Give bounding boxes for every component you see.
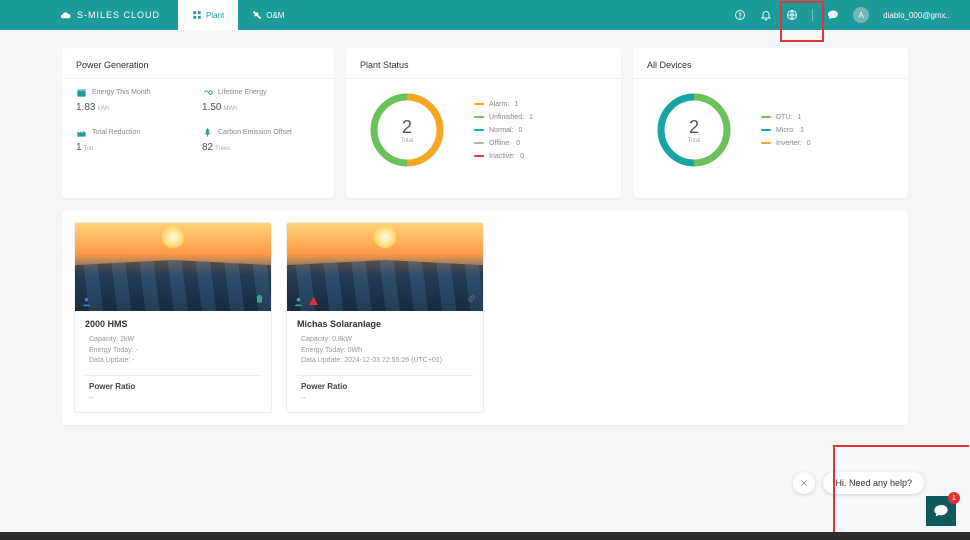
- card-title: All Devices: [633, 48, 908, 79]
- chat-header-icon[interactable]: [827, 9, 839, 21]
- header-right: A diablo_000@gmx..: [734, 7, 970, 23]
- donut-chart: [366, 89, 448, 171]
- plant-image: [75, 223, 271, 311]
- power-ratio-value: --: [89, 395, 261, 402]
- header: S-MILES CLOUD Plant O&M A diablo_000@gmx…: [0, 0, 970, 30]
- bell-icon[interactable]: [760, 9, 772, 21]
- user-icon: [293, 296, 304, 307]
- globe-icon[interactable]: [786, 9, 798, 21]
- chat-tooltip: Hi. Need any help?: [793, 472, 924, 494]
- legend-offline: Offline: 0: [474, 140, 533, 147]
- cloud-icon: [60, 10, 71, 21]
- plant-energy: Energy Today: -: [89, 346, 261, 357]
- plant-capacity: Capacity: 0.8kW: [301, 335, 473, 346]
- plants-panel: 2000 HMS Capacity: 2kW Energy Today: - D…: [62, 210, 908, 425]
- divider: [812, 9, 813, 21]
- tab-label: O&M: [266, 11, 284, 20]
- infinity-icon: [202, 87, 213, 98]
- plant-image: [287, 223, 483, 311]
- power-ratio-value: --: [301, 395, 473, 402]
- plant-status-legend: Alarm: 1 Unfinished: 1 Normal: 0 Offline…: [474, 101, 533, 160]
- plant-icon: [192, 10, 202, 20]
- plant-update: Data Update: -: [89, 356, 261, 367]
- pg-energy-month: Energy This Month 1.83kWh: [76, 87, 194, 113]
- calendar-icon: [76, 87, 87, 98]
- warning-icon: [308, 296, 319, 307]
- donut-chart: [653, 89, 735, 171]
- plant-card[interactable]: 2000 HMS Capacity: 2kW Energy Today: - D…: [74, 222, 272, 413]
- footer: [0, 532, 970, 540]
- help-icon[interactable]: [734, 9, 746, 21]
- card-title: Power Generation: [62, 48, 334, 79]
- pg-offset: Carbon Emission Offset 82Trees: [202, 127, 320, 153]
- legend-normal: Normal: 0: [474, 127, 533, 134]
- all-devices-legend: DTU: 1 Micro: 1 Inverter: 0: [761, 114, 811, 147]
- pg-lifetime: Lifetime Energy 1.50MWh: [202, 87, 320, 113]
- power-generation-card: Power Generation Energy This Month 1.83k…: [62, 48, 334, 198]
- chat-button[interactable]: 1: [926, 496, 956, 526]
- tab-oam[interactable]: O&M: [238, 0, 298, 30]
- tab-plant[interactable]: Plant: [178, 0, 238, 30]
- plant-status-donut: 2 Total: [366, 89, 448, 171]
- card-title: Plant Status: [346, 48, 621, 79]
- user-icon: [81, 296, 92, 307]
- username[interactable]: diablo_000@gmx..: [883, 11, 950, 20]
- tree-icon: [202, 127, 213, 138]
- avatar-letter: A: [859, 11, 864, 20]
- chat-icon: [933, 503, 949, 519]
- legend-inactive: Inactive: 0: [474, 153, 533, 160]
- brand-text: S-MILES CLOUD: [77, 10, 160, 20]
- tabs: Plant O&M: [178, 0, 298, 30]
- factory-icon: [76, 127, 87, 138]
- legend-inverter: Inverter: 0: [761, 140, 811, 147]
- all-devices-card: All Devices 2 Total DTU: 1 Micro: 1 Inve…: [633, 48, 908, 198]
- chat-close-button[interactable]: [793, 472, 815, 494]
- tools-icon: [252, 10, 262, 20]
- plant-status-card: Plant Status 2 Total Alarm: 1 Unfinished…: [346, 48, 621, 198]
- legend-unfinished: Unfinished: 1: [474, 114, 533, 121]
- brand[interactable]: S-MILES CLOUD: [0, 10, 178, 21]
- plant-capacity: Capacity: 2kW: [89, 335, 261, 346]
- close-icon: [799, 478, 809, 488]
- plant-update: Data Update: 2024-12-03 22:55:26 (UTC+01…: [301, 356, 473, 367]
- link-icon[interactable]: [466, 293, 477, 304]
- content: Power Generation Energy This Month 1.83k…: [0, 30, 970, 425]
- legend-alarm: Alarm: 1: [474, 101, 533, 108]
- legend-dtu: DTU: 1: [761, 114, 811, 121]
- trash-icon[interactable]: [254, 293, 265, 304]
- plant-energy: Energy Today: 0Wh: [301, 346, 473, 357]
- chat-bubble[interactable]: Hi. Need any help?: [823, 472, 924, 494]
- plant-name: Michas Solaranlage: [297, 319, 473, 329]
- pg-reduction: Total Reduction 1Ton: [76, 127, 194, 153]
- all-devices-donut: 2 Total: [653, 89, 735, 171]
- avatar[interactable]: A: [853, 7, 869, 23]
- plant-name: 2000 HMS: [85, 319, 261, 329]
- legend-micro: Micro: 1: [761, 127, 811, 134]
- power-ratio-label: Power Ratio: [89, 382, 261, 391]
- plant-card[interactable]: Michas Solaranlage Capacity: 0.8kW Energ…: [286, 222, 484, 413]
- tab-label: Plant: [206, 11, 224, 20]
- chat-badge: 1: [948, 492, 960, 504]
- power-ratio-label: Power Ratio: [301, 382, 473, 391]
